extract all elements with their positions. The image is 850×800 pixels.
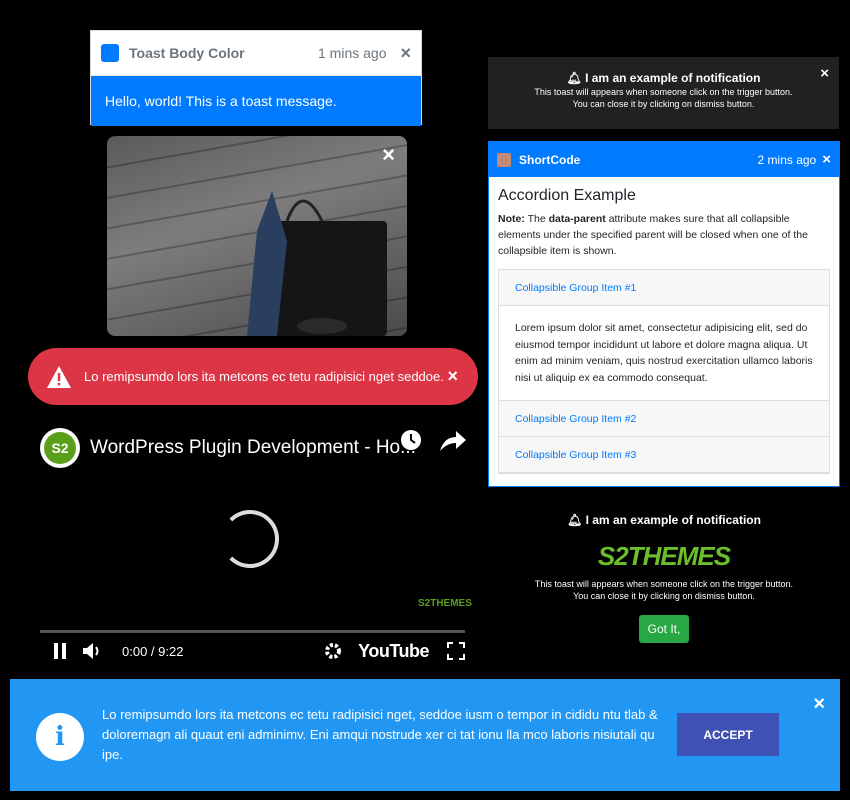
accordion-panel-1: Lorem ipsum dolor sit amet, consectetur …: [499, 306, 829, 401]
info-icon: i: [36, 713, 84, 761]
toast-title: Toast Body Color: [129, 45, 245, 61]
close-icon[interactable]: ×: [822, 151, 831, 168]
video-title[interactable]: WordPress Plugin Development - Ho...: [90, 437, 416, 459]
notification-heading: 🔔︎ I am an example of notification: [566, 71, 761, 85]
bell-icon: 🔔︎: [567, 513, 586, 527]
close-icon[interactable]: ×: [400, 43, 411, 64]
toast-body-color: Toast Body Color 1 mins ago × Hello, wor…: [90, 30, 422, 126]
avatar: [497, 152, 511, 167]
alert-message: Lo remipsumdo lors ita metcons ec tetu r…: [84, 369, 444, 384]
shopping-bag-photo: [247, 191, 387, 336]
shortcode-name: ShortCode: [519, 152, 581, 167]
pause-icon[interactable]: [52, 642, 68, 660]
watch-later-icon[interactable]: [400, 429, 422, 451]
accordion-item-2[interactable]: Collapsible Group Item #2: [499, 401, 829, 437]
bell-icon: 🔔︎: [566, 71, 586, 85]
accordion-item-3[interactable]: Collapsible Group Item #3: [499, 437, 829, 473]
notification-line2: You can close it by clicking on dismiss …: [573, 591, 755, 601]
red-alert: Lo remipsumdo lors ita metcons ec tetu r…: [28, 348, 478, 405]
info-message: Lo remipsumdo lors ita metcons ec tetu r…: [102, 707, 658, 762]
accordion-heading: Accordion Example: [498, 187, 636, 204]
share-icon[interactable]: [438, 429, 468, 453]
accordion: Collapsible Group Item #1 Lorem ipsum do…: [498, 269, 830, 474]
fullscreen-icon[interactable]: [447, 642, 465, 660]
notification-toast-top: 🔔︎ I am an example of notification This …: [488, 57, 839, 129]
channel-avatar[interactable]: S2: [40, 428, 80, 468]
accordion-note: Note: The data-parent attribute makes su…: [498, 213, 808, 257]
warning-icon: [47, 365, 71, 388]
settings-gear-icon[interactable]: [324, 642, 342, 660]
loading-spinner: [221, 510, 279, 568]
notification-heading: 🔔︎ I am an example of notification: [567, 513, 761, 527]
image-toast: ×: [107, 136, 407, 336]
info-bar: i Lo remipsumdo lors ita metcons ec tetu…: [10, 679, 840, 791]
shortcode-time: 2 mins ago: [757, 152, 817, 167]
close-icon[interactable]: ×: [820, 65, 829, 82]
shortcode-header: ShortCode 2 mins ago ×: [489, 142, 839, 177]
youtube-logo[interactable]: YouTube: [358, 641, 429, 662]
shortcode-toast: ShortCode 2 mins ago × Accordion Example…: [488, 141, 840, 487]
notification-line2: You can close it by clicking on dismiss …: [572, 99, 755, 109]
s2themes-logo: S2THEMES: [597, 540, 731, 571]
close-icon[interactable]: ×: [447, 366, 458, 387]
accordion-item-1[interactable]: Collapsible Group Item #1: [499, 270, 829, 306]
toast-square-icon: [101, 44, 119, 62]
notification-toast-bottom: 🔔︎ I am an example of notification S2THE…: [488, 497, 840, 667]
notification-line1: This toast will appears when someone cli…: [534, 87, 793, 97]
toast-message: Hello, world! This is a toast message.: [91, 76, 421, 126]
video-player[interactable]: S2 WordPress Plugin Development - Ho... …: [28, 415, 478, 670]
progress-bar[interactable]: [40, 630, 465, 633]
notification-line1: This toast will appears when someone cli…: [534, 579, 794, 589]
volume-icon[interactable]: [82, 642, 104, 660]
toast-time: 1 mins ago: [318, 45, 387, 61]
close-icon[interactable]: ×: [382, 142, 395, 168]
video-time: 0:00 / 9:22: [122, 643, 184, 659]
video-watermark: S2THEMES: [418, 598, 472, 609]
toast-header: Toast Body Color 1 mins ago ×: [91, 31, 421, 76]
video-controls: 0:00 / 9:22 YouTube: [40, 638, 465, 664]
got-it-button[interactable]: Got It,: [638, 615, 690, 643]
close-icon[interactable]: ×: [813, 693, 825, 716]
accept-button[interactable]: ACCEPT: [677, 713, 779, 756]
avatar-text: S2: [44, 432, 76, 464]
